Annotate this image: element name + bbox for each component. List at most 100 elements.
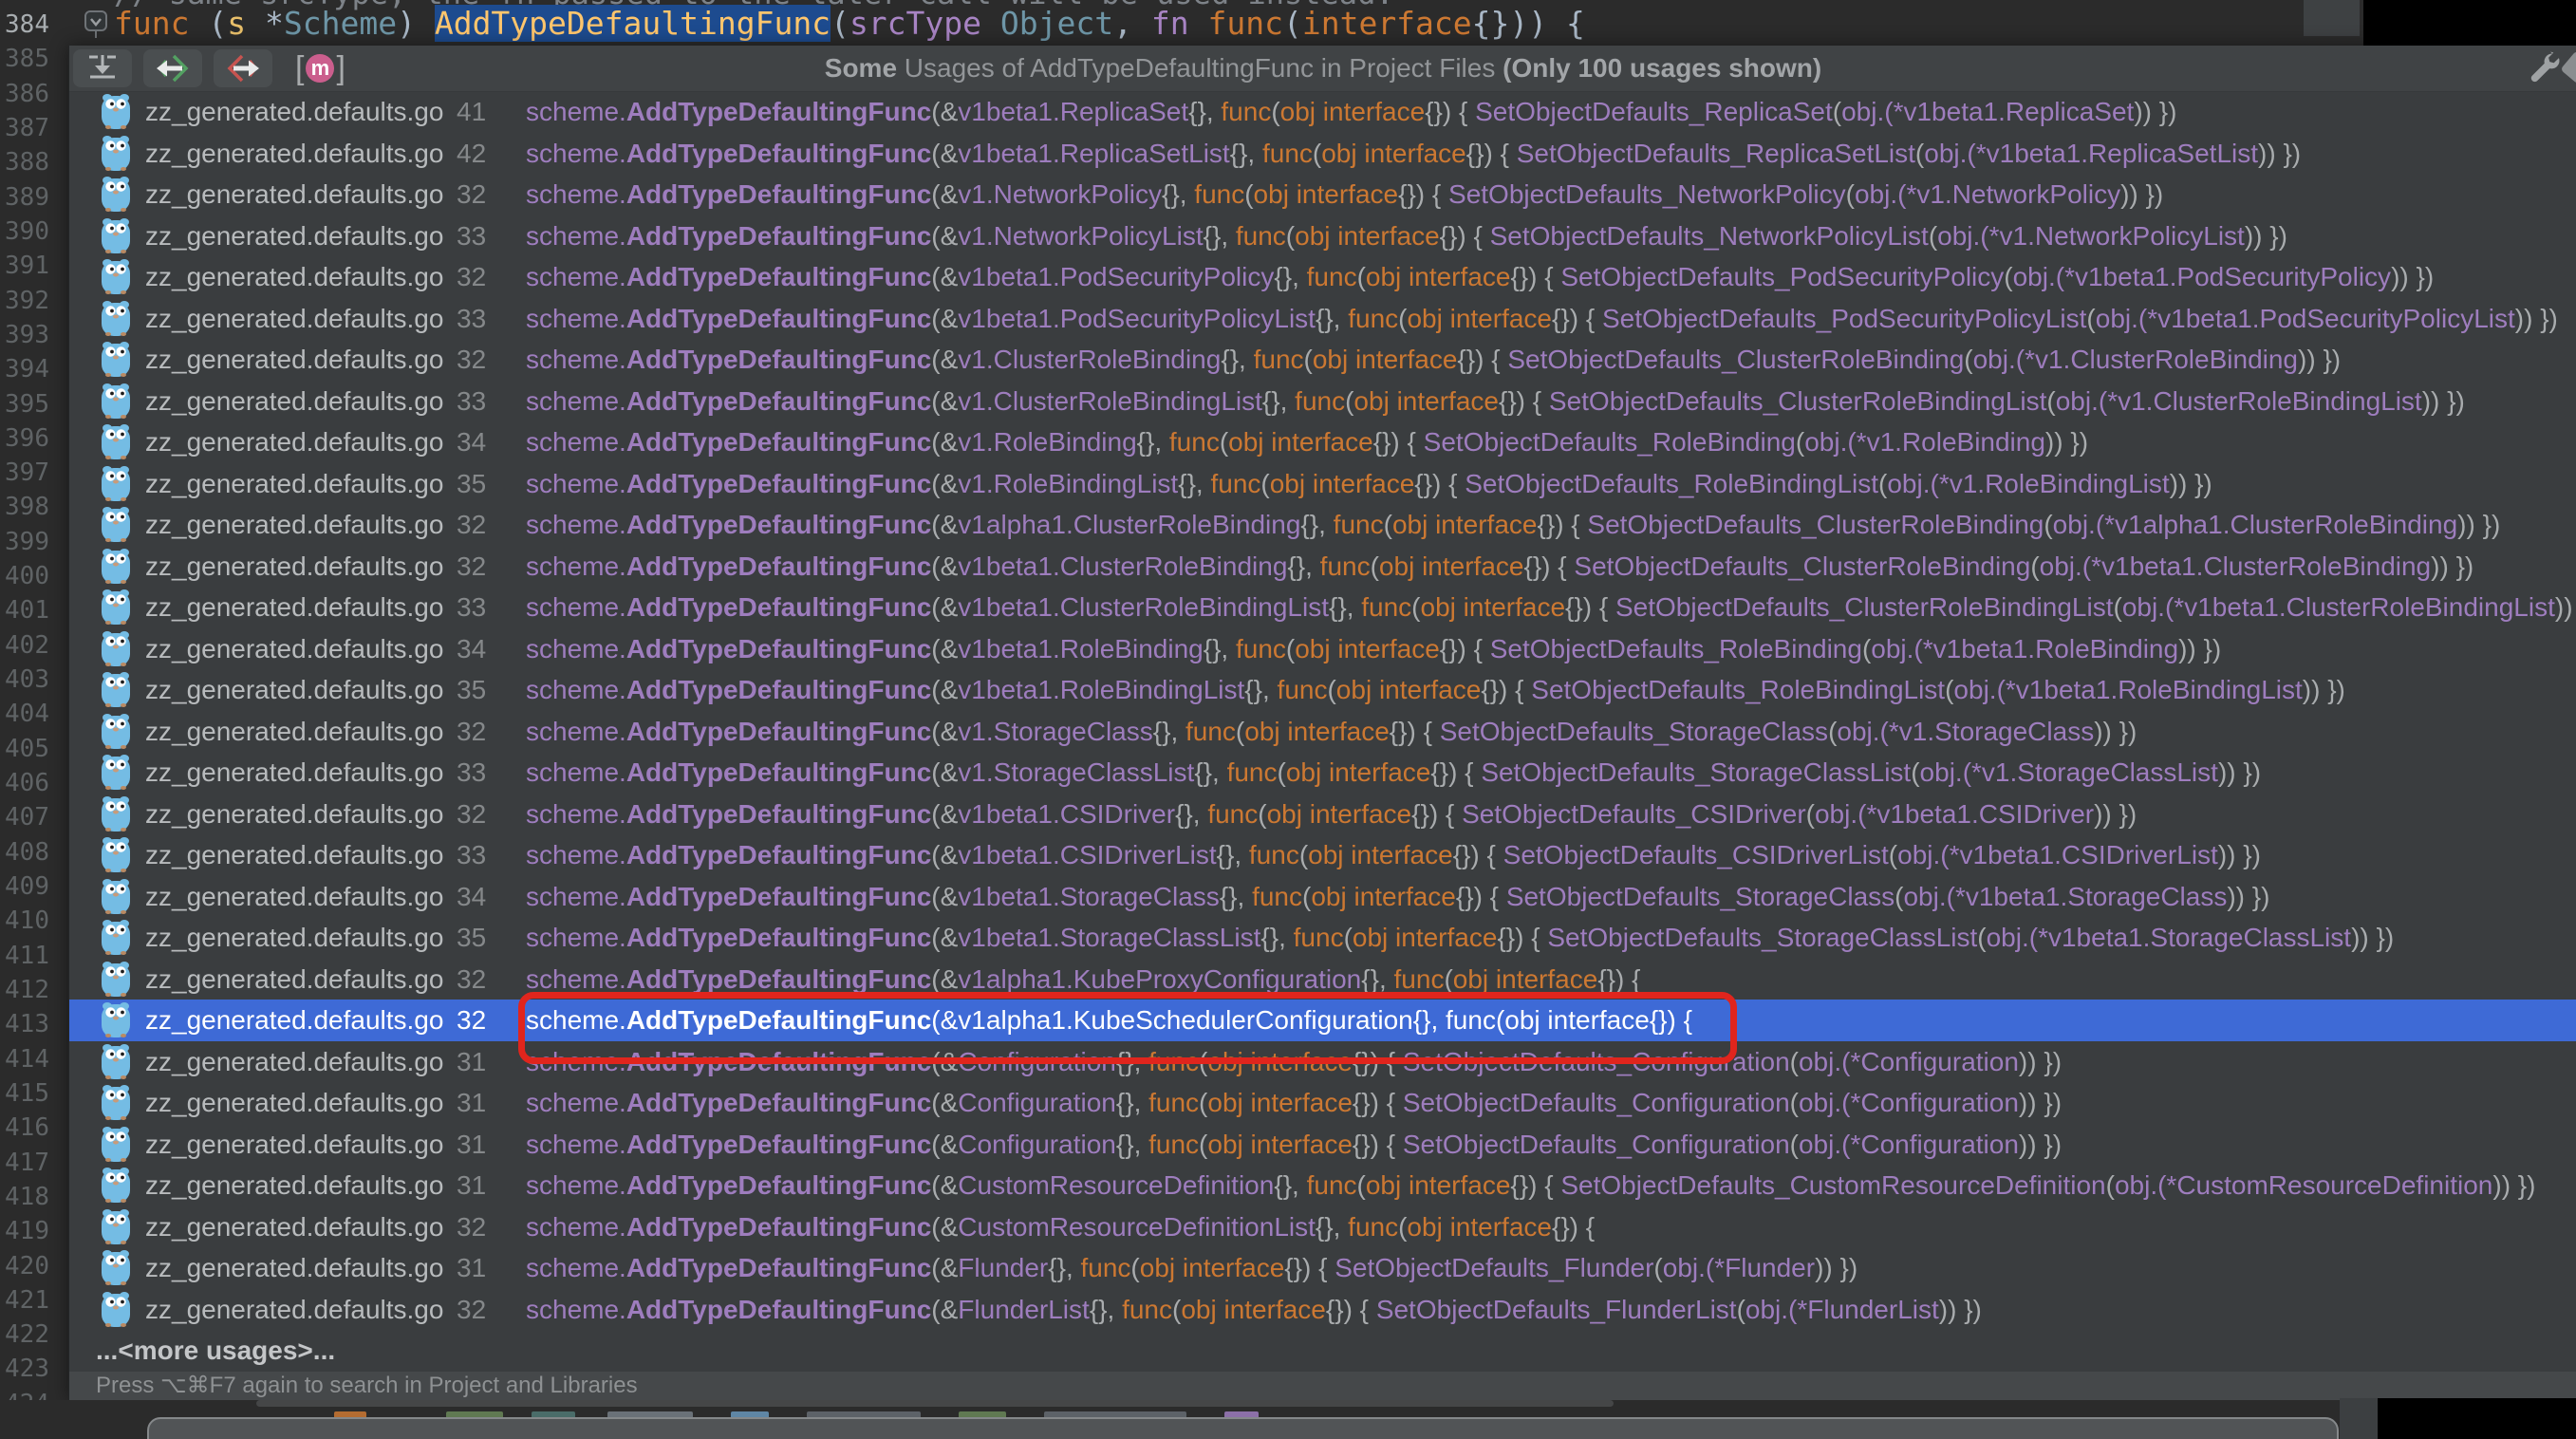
usage-row[interactable]: zz_generated.defaults.go32scheme.AddType… bbox=[69, 256, 2576, 298]
usage-row[interactable]: zz_generated.defaults.go33scheme.AddType… bbox=[69, 834, 2576, 876]
badge-bracket: [ bbox=[295, 49, 304, 87]
snippet-segment: {} bbox=[1481, 675, 1499, 704]
popup-header: [ m ] Some Usages of AddTypeDefaultingFu… bbox=[69, 46, 2576, 92]
snippet-segment: ) { bbox=[1515, 923, 1547, 952]
usage-row[interactable]: zz_generated.defaults.go34scheme.AddType… bbox=[69, 876, 2576, 918]
snippet-segment: ( bbox=[1878, 469, 1887, 498]
snippet-segment: )) }) bbox=[2170, 469, 2212, 498]
snippet-segment: scheme. bbox=[526, 964, 626, 994]
usage-row[interactable]: zz_generated.defaults.go33scheme.AddType… bbox=[69, 381, 2576, 422]
snippet-segment: ( bbox=[1653, 1253, 1662, 1282]
gutter-line-number: 412 bbox=[0, 973, 49, 1007]
go-file-icon bbox=[101, 506, 131, 542]
usage-row[interactable]: zz_generated.defaults.go32scheme.AddType… bbox=[69, 1206, 2576, 1248]
code-token: srcType bbox=[849, 5, 981, 42]
usage-row[interactable]: zz_generated.defaults.go35scheme.AddType… bbox=[69, 917, 2576, 959]
settings-wrench-button[interactable] bbox=[2528, 51, 2562, 85]
usage-row[interactable]: zz_generated.defaults.go33scheme.AddType… bbox=[69, 587, 2576, 628]
usage-row[interactable]: zz_generated.defaults.go33scheme.AddType… bbox=[69, 298, 2576, 340]
snippet-segment: )) }) bbox=[1815, 1253, 1857, 1282]
snippet-segment: obj.(* bbox=[1903, 882, 1965, 911]
go-file-icon bbox=[101, 1084, 131, 1120]
snippet-segment: scheme. bbox=[526, 551, 626, 581]
usage-row[interactable]: zz_generated.defaults.go31scheme.AddType… bbox=[69, 1041, 2576, 1083]
snippet-segment: AddTypeDefaultingFunc bbox=[626, 1253, 931, 1282]
snippet-segment: func bbox=[1214, 97, 1272, 126]
usage-row[interactable]: zz_generated.defaults.go32scheme.AddType… bbox=[69, 711, 2576, 753]
snippet-segment: SetObjectDefaults_Configuration bbox=[1403, 1047, 1790, 1076]
snippet-segment: (& bbox=[931, 345, 958, 374]
usage-row[interactable]: zz_generated.defaults.go34scheme.AddType… bbox=[69, 628, 2576, 670]
snippet-segment: obj interface bbox=[1181, 1295, 1326, 1324]
fold-marker-icon[interactable] bbox=[84, 9, 108, 38]
usage-row[interactable]: zz_generated.defaults.go33scheme.AddType… bbox=[69, 215, 2576, 257]
snippet-segment: scheme. bbox=[526, 510, 626, 539]
usage-row[interactable]: zz_generated.defaults.go42scheme.AddType… bbox=[69, 133, 2576, 175]
usage-filename: zz_generated.defaults.go bbox=[145, 421, 443, 463]
usage-row[interactable]: zz_generated.defaults.go32scheme.AddType… bbox=[69, 339, 2576, 381]
snippet-segment: ( bbox=[1790, 1047, 1799, 1076]
snippet-segment: {} bbox=[1204, 221, 1222, 251]
usage-row[interactable]: zz_generated.defaults.go32scheme.AddType… bbox=[69, 504, 2576, 546]
snippet-segment: {} bbox=[1244, 675, 1262, 704]
usage-row[interactable]: zz_generated.defaults.go35scheme.AddType… bbox=[69, 463, 2576, 505]
snippet-segment: )) }) bbox=[2303, 675, 2345, 704]
usage-row[interactable]: zz_generated.defaults.go31scheme.AddType… bbox=[69, 1124, 2576, 1166]
usage-row[interactable]: zz_generated.defaults.go41scheme.AddType… bbox=[69, 91, 2576, 133]
go-file-icon bbox=[101, 300, 131, 336]
usage-row[interactable]: zz_generated.defaults.go34scheme.AddType… bbox=[69, 421, 2576, 463]
horizontal-scrollbar[interactable] bbox=[147, 1417, 2339, 1439]
usage-row[interactable]: zz_generated.defaults.go32scheme.AddType… bbox=[69, 1289, 2576, 1331]
snippet-segment: v1.RoleBinding bbox=[1867, 427, 2045, 457]
snippet-segment: v1beta1.RoleBindingList bbox=[2016, 675, 2303, 704]
gutter-line-number: 392 bbox=[0, 284, 49, 318]
usage-line-number: 35 bbox=[457, 463, 486, 505]
usage-row[interactable]: zz_generated.defaults.go31scheme.AddType… bbox=[69, 1082, 2576, 1124]
snippet-segment: v1.ClusterRoleBindingList bbox=[2118, 386, 2422, 416]
snippet-segment: func bbox=[1299, 1170, 1357, 1200]
usage-line-number: 33 bbox=[457, 381, 486, 422]
snippet-segment: AddTypeDefaultingFunc bbox=[626, 345, 931, 374]
snippet-segment: v1beta1.CSIDriverList bbox=[1960, 840, 2218, 869]
usage-row[interactable]: zz_generated.defaults.go32scheme.AddType… bbox=[69, 794, 2576, 835]
snippet-segment: AddTypeDefaultingFunc bbox=[626, 386, 931, 416]
usage-row[interactable]: zz_generated.defaults.go33scheme.AddType… bbox=[69, 752, 2576, 794]
usage-row[interactable]: zz_generated.defaults.go31scheme.AddType… bbox=[69, 1247, 2576, 1289]
clipped-edge-icon[interactable] bbox=[2560, 50, 2576, 84]
snippet-segment: obj interface bbox=[1286, 757, 1431, 787]
snippet-segment: obj interface bbox=[1207, 1047, 1353, 1076]
usage-row[interactable]: zz_generated.defaults.go35scheme.AddType… bbox=[69, 669, 2576, 711]
snippet-segment: v1beta1.RoleBinding bbox=[958, 634, 1203, 663]
snippet-segment: CustomResourceDefinition bbox=[958, 1170, 1274, 1200]
snippet-segment: SetObjectDefaults_ClusterRoleBinding bbox=[1587, 510, 2044, 539]
snippet-segment: {} bbox=[1116, 1088, 1134, 1117]
usage-row[interactable]: zz_generated.defaults.go32scheme.AddType… bbox=[69, 546, 2576, 588]
more-usages-row[interactable]: ...<more usages>... bbox=[69, 1330, 2576, 1372]
snippet-segment: v1beta1.CSIDriverList bbox=[958, 840, 1216, 869]
usage-row[interactable]: zz_generated.defaults.go31scheme.AddType… bbox=[69, 1165, 2576, 1206]
next-occurrence-button[interactable] bbox=[214, 49, 272, 87]
gutter-line-number: 419 bbox=[0, 1214, 49, 1248]
usage-row[interactable]: zz_generated.defaults.go32scheme.AddType… bbox=[69, 174, 2576, 215]
open-in-toolwindow-button[interactable] bbox=[73, 49, 132, 87]
snippet-segment: obj.(* bbox=[2056, 386, 2118, 416]
go-file-icon bbox=[101, 300, 131, 336]
snippet-segment: ) { bbox=[1457, 634, 1489, 663]
snippet-segment: scheme. bbox=[526, 1253, 626, 1282]
previous-occurrence-button[interactable] bbox=[143, 49, 202, 87]
snippet-segment: ( bbox=[2004, 262, 2012, 291]
snippet-segment: obj.(* bbox=[1663, 1253, 1725, 1282]
snippet-segment: ( bbox=[1833, 97, 1841, 126]
usage-code-snippet: scheme.AddTypeDefaultingFunc(&v1.Network… bbox=[526, 215, 2287, 257]
snippet-segment: {} bbox=[1284, 1253, 1302, 1282]
snippet-segment: SetObjectDefaults_NetworkPolicy bbox=[1448, 179, 1846, 209]
snippet-segment: ( bbox=[1172, 1295, 1181, 1324]
usage-row-selected[interactable]: zz_generated.defaults.go32scheme.AddType… bbox=[69, 1000, 2576, 1041]
snippet-segment: obj interface bbox=[1295, 221, 1440, 251]
code-token: {})) { bbox=[1472, 5, 1585, 42]
usage-row[interactable]: zz_generated.defaults.go32scheme.AddType… bbox=[69, 959, 2576, 1000]
editor-code-line[interactable]: func (s *Scheme) AddTypeDefaultingFunc(s… bbox=[114, 5, 1585, 43]
snippet-segment: func bbox=[1187, 179, 1245, 209]
snippet-segment: SetObjectDefaults_StorageClassList bbox=[1547, 923, 1977, 952]
snippet-segment: )) }) bbox=[2422, 386, 2465, 416]
